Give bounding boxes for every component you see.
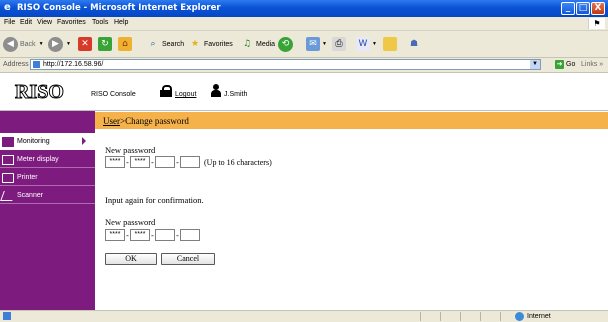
go-arrow-icon: ➜: [555, 60, 564, 69]
home-icon: ⌂: [118, 37, 132, 51]
back-button[interactable]: ◀ Back ▼: [3, 35, 44, 53]
confirm-instruction: Input again for confirmation.: [105, 195, 204, 205]
status-bar: Internet: [0, 310, 608, 322]
mail-button[interactable]: ✉ ▼: [306, 35, 327, 53]
password-field-1[interactable]: ****: [105, 156, 125, 168]
chevron-down-icon: ▼: [66, 41, 71, 47]
forward-button[interactable]: ▶ ▼: [48, 35, 71, 53]
window-titlebar[interactable]: e RISO Console - Microsoft Internet Expl…: [0, 0, 608, 17]
printer-icon: [2, 172, 14, 183]
refresh-icon: ↻: [98, 37, 112, 51]
refresh-button[interactable]: ↻: [98, 35, 112, 53]
mail-icon: ✉: [306, 37, 320, 51]
media-icon: ♫: [242, 39, 252, 49]
minimize-button[interactable]: _: [561, 2, 575, 15]
folder-icon: [383, 37, 397, 51]
back-arrow-icon: ◀: [3, 36, 18, 52]
menu-help[interactable]: Help: [114, 19, 128, 26]
printer-icon: ⎙: [332, 37, 346, 51]
search-icon: ⌕: [150, 39, 156, 49]
password-hint: (Up to 16 characters): [204, 157, 272, 167]
chevron-right-icon: [82, 137, 86, 145]
confirm-field-1[interactable]: ****: [105, 229, 125, 241]
new-password-row: **** - **** - - (Up to 16 characters): [105, 156, 272, 168]
toolbar: ◀ Back ▼ ▶ ▼ ✕ ↻ ⌂ ⌕ Search ★ Favorites …: [0, 31, 608, 58]
address-bar: Address http://172.16.58.96/ ▼ ➜ Go Link…: [0, 58, 608, 73]
page-icon: [33, 61, 40, 68]
menu-tools[interactable]: Tools: [92, 19, 108, 26]
new-password-label: New password: [105, 145, 156, 155]
folder-button[interactable]: [383, 35, 397, 53]
stop-icon: ✕: [78, 37, 92, 51]
favorites-button[interactable]: ★ Favorites: [188, 35, 233, 53]
media-button[interactable]: ♫ Media: [240, 35, 275, 53]
address-input[interactable]: http://172.16.58.96/ ▼: [30, 59, 541, 70]
scanner-icon: [0, 190, 16, 201]
ok-button[interactable]: OK: [105, 253, 157, 265]
links-button[interactable]: Links »: [581, 61, 603, 68]
chevron-down-icon: ▼: [38, 41, 44, 47]
go-button[interactable]: ➜ Go: [555, 60, 575, 69]
chevron-down-icon: ▼: [372, 41, 377, 47]
sidebar-item-meter-display[interactable]: Meter display: [0, 151, 95, 168]
menu-bar: File Edit View Favorites Tools Help ⚑: [0, 17, 608, 31]
page-header: RISO RISO Console Logout J.Smith: [0, 73, 608, 111]
user-icon: [211, 84, 221, 97]
print-button[interactable]: ⎙: [332, 35, 346, 53]
search-button[interactable]: ⌕ Search: [146, 35, 184, 53]
edit-icon: W: [356, 37, 370, 51]
history-icon: ⟲: [278, 36, 293, 52]
console-title: RISO Console: [91, 91, 136, 98]
address-dropdown-icon[interactable]: ▼: [530, 60, 540, 69]
password-field-2[interactable]: ****: [130, 156, 150, 168]
sidebar-item-monitoring[interactable]: Monitoring: [0, 133, 95, 150]
menu-file[interactable]: File: [4, 19, 15, 26]
globe-icon: [515, 312, 524, 321]
security-zone: Internet: [515, 312, 551, 321]
forward-arrow-icon: ▶: [48, 36, 63, 52]
home-button[interactable]: ⌂: [118, 35, 132, 53]
breadcrumb: User>Change password: [95, 112, 608, 129]
page-title: Change password: [125, 116, 189, 126]
close-button[interactable]: X: [591, 2, 605, 15]
chevron-down-icon: ▼: [322, 41, 327, 47]
edit-button[interactable]: W ▼: [356, 35, 377, 53]
history-button[interactable]: ⟲: [278, 35, 293, 53]
monitoring-icon: [2, 136, 14, 147]
maximize-button[interactable]: □: [576, 2, 590, 15]
star-icon: ★: [190, 39, 200, 49]
messenger-icon: ☗: [409, 39, 419, 49]
confirm-field-3[interactable]: [155, 229, 175, 241]
address-url: http://172.16.58.96/: [43, 61, 104, 68]
password-field-4[interactable]: [180, 156, 200, 168]
messenger-button[interactable]: ☗: [407, 35, 421, 53]
lock-icon: [160, 85, 172, 97]
password-field-3[interactable]: [155, 156, 175, 168]
menu-favorites[interactable]: Favorites: [57, 19, 86, 26]
sidebar: Monitoring Meter display Printer Scanner: [0, 111, 95, 310]
page-status-icon: [3, 312, 11, 320]
ie-icon: e: [4, 2, 11, 13]
meter-icon: [2, 154, 14, 165]
menu-edit[interactable]: Edit: [20, 19, 32, 26]
cancel-button[interactable]: Cancel: [161, 253, 215, 265]
logout-link[interactable]: Logout: [175, 91, 196, 98]
riso-logo: RISO: [15, 81, 65, 103]
confirm-password-row: **** - **** - -: [105, 229, 200, 241]
sidebar-item-printer[interactable]: Printer: [0, 169, 95, 186]
confirm-field-2[interactable]: ****: [130, 229, 150, 241]
windows-logo-icon: ⚑: [588, 18, 605, 29]
breadcrumb-user-link[interactable]: User: [103, 116, 120, 126]
sidebar-item-scanner[interactable]: Scanner: [0, 187, 95, 204]
stop-button[interactable]: ✕: [78, 35, 92, 53]
window-title: RISO Console - Microsoft Internet Explor…: [17, 3, 221, 13]
confirm-field-4[interactable]: [180, 229, 200, 241]
main-content: User>Change password New password **** -…: [95, 111, 608, 310]
menu-view[interactable]: View: [37, 19, 52, 26]
confirm-password-label: New password: [105, 217, 156, 227]
address-label: Address: [3, 61, 29, 68]
user-name: J.Smith: [224, 91, 248, 98]
